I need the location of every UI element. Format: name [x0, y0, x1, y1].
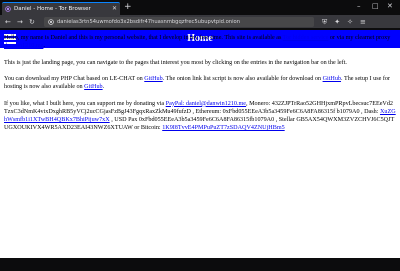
- tab-active[interactable]: Daniel - Home - Tor Browser ✕: [2, 2, 120, 15]
- intro-text: Hello, my name is Daniel and this is my …: [4, 35, 283, 41]
- download-text-2: . The onion link list script is now also…: [162, 75, 323, 82]
- new-tab-icon[interactable]: +: [124, 2, 132, 13]
- main-text: Hello, my name is Daniel and this is my …: [4, 34, 396, 141]
- window-bottom-edge: [0, 258, 400, 271]
- url-bar[interactable]: danielas3rtn54uwmofdo3x2bsdifr47huasnmbg…: [44, 17, 314, 27]
- url-text[interactable]: danielas3rtn54uwmofdo3x2bsdifr47huasnmbg…: [57, 19, 240, 25]
- landing-paragraph: This is just the landing page, you can n…: [4, 59, 396, 67]
- clearnet-proxy-link[interactable]: danwin1210.me: [4, 43, 43, 49]
- maximize-icon[interactable]: □: [372, 2, 379, 11]
- tab-bar: Daniel - Home - Tor Browser ✕ + – □ ✕: [0, 0, 400, 15]
- donation-paragraph: If you like, what I built here, you can …: [4, 100, 396, 133]
- toolbar-icons: ⛨ ✦ ✧ ≡: [322, 17, 366, 27]
- shield-icon[interactable]: ⛨: [322, 17, 327, 27]
- close-window-icon[interactable]: ✕: [387, 2, 393, 11]
- intro-paragraph: Hello, my name is Daniel and this is my …: [4, 34, 396, 50]
- navigation-toolbar: ← → ↻ danielas3rtn54uwmofdo3x2bsdifr47hu…: [0, 15, 400, 29]
- tab-title: Daniel - Home - Tor Browser: [14, 6, 91, 12]
- download-text: You can download my PHP Chat based on LE…: [4, 75, 145, 82]
- landing-text: This is just the landing page, you can n…: [4, 59, 347, 66]
- onion-site-icon[interactable]: [48, 19, 54, 25]
- tor-hidden-service-link[interactable]: Tor hidden service: [283, 35, 329, 41]
- minimize-icon[interactable]: –: [357, 2, 361, 11]
- github-chat-link[interactable]: GitHub: [144, 76, 162, 82]
- extensions-icon[interactable]: ✦: [334, 17, 340, 27]
- download-text-4: .: [102, 84, 105, 91]
- github-onion-list-link[interactable]: GitHub: [323, 76, 341, 82]
- download-paragraph: You can download my PHP Chat based on LE…: [4, 75, 396, 91]
- browser-window: Daniel - Home - Tor Browser ✕ + – □ ✕ ← …: [0, 0, 400, 271]
- new-identity-icon[interactable]: ✧: [347, 17, 353, 27]
- github-setup-link[interactable]: GitHub: [84, 84, 102, 90]
- back-icon[interactable]: ←: [5, 17, 11, 27]
- menu-icon[interactable]: ≡: [360, 17, 366, 27]
- intro-text-2: or via my clearnet proxy: [328, 35, 391, 41]
- tor-onion-icon: [5, 6, 11, 12]
- bitcoin-address-link[interactable]: 1K9I8TvvE4PMPuPuZT7zSDAQV4ZNUjHBm5: [162, 125, 284, 131]
- donation-text: If you like, what I built here, you can …: [4, 100, 166, 107]
- paypal-link[interactable]: PayPal: daniel@danwin1210.me: [166, 101, 246, 107]
- intro-text-3: .: [43, 43, 45, 50]
- reload-icon[interactable]: ↻: [29, 17, 35, 27]
- tab-close-icon[interactable]: ✕: [112, 6, 117, 12]
- forward-icon[interactable]: →: [17, 17, 23, 27]
